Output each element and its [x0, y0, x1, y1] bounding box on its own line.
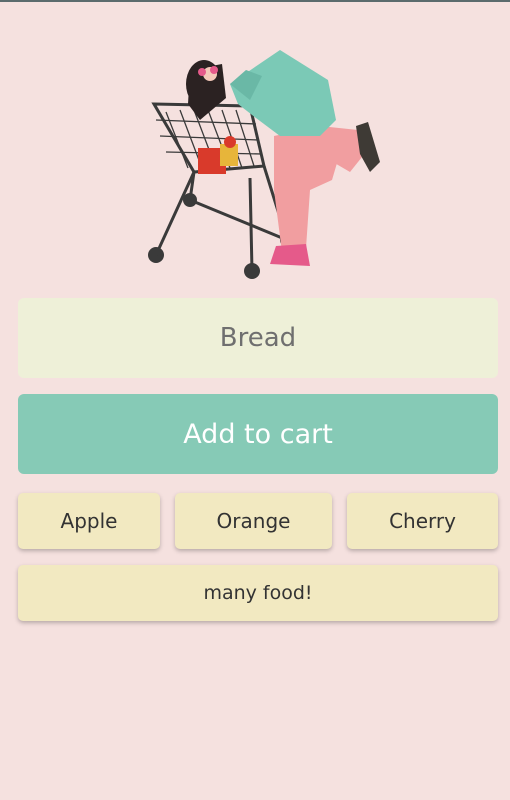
food-name-input[interactable] — [18, 297, 498, 379]
food-input-wrapper — [18, 297, 498, 379]
shopping-girl-icon — [148, 50, 380, 279]
add-to-cart-button[interactable]: Add to cart — [18, 394, 498, 474]
apple-button[interactable]: Apple — [18, 493, 160, 549]
orange-button[interactable]: Orange — [175, 493, 332, 549]
shopping-cart-illustration — [0, 40, 510, 286]
many-food-button[interactable]: many food! — [18, 565, 498, 621]
top-border — [0, 0, 510, 2]
cherry-button[interactable]: Cherry — [347, 493, 498, 549]
